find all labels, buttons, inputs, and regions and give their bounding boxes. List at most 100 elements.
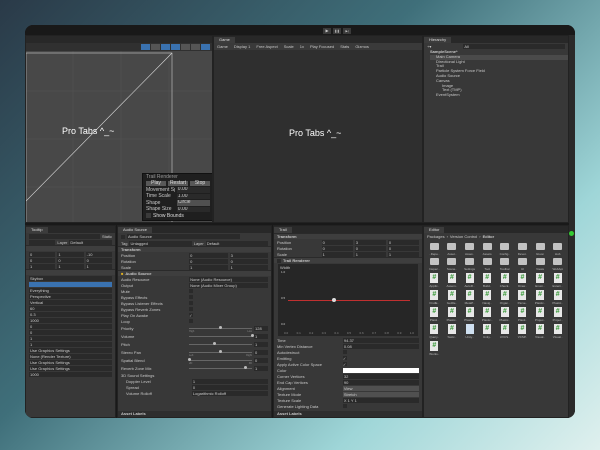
slider-value-field[interactable]: 1 — [254, 341, 268, 347]
x-field[interactable]: 1 — [189, 264, 228, 270]
project-asset[interactable]: # Switc.. — [444, 324, 461, 339]
x-field[interactable]: 0 — [321, 245, 353, 251]
scene-view[interactable]: Pro Tabs ^_~ Trail Renderer Play Restart… — [25, 35, 213, 223]
project-asset[interactable]: # Projec.. — [532, 307, 549, 322]
slider-value-field[interactable]: 1 — [254, 333, 268, 339]
hidden-toggle[interactable] — [181, 44, 190, 50]
checkbox[interactable] — [189, 319, 194, 323]
shape-dropdown[interactable]: Circle — [176, 200, 210, 206]
3d-sound-settings-foldout[interactable]: 3D Sound Settings — [121, 373, 154, 378]
project-asset[interactable]: # UVCS.. — [497, 324, 514, 339]
2d-toggle[interactable] — [141, 44, 150, 50]
width-curve-editor[interactable]: Width 1.0 0.5 0.0 0.0 0.1 0.2 0.3 0.4 0.5 0.6 0… — [278, 264, 418, 336]
inspector-field[interactable]: 0.3 — [29, 311, 112, 317]
x-field[interactable]: 0 — [189, 258, 228, 264]
project-asset[interactable]: UI — [514, 258, 531, 271]
tab-hierarchy[interactable]: Hierarchy — [424, 37, 452, 43]
checkbox[interactable]: ✓ — [342, 356, 347, 361]
inspector-field[interactable]: Use Graphics Settings — [29, 359, 112, 365]
inspector-field[interactable]: Everything — [29, 287, 112, 293]
transform-field[interactable]: 1 — [85, 263, 112, 269]
project-asset[interactable]: Gluon — [532, 243, 549, 256]
project-asset[interactable]: # Plasti.. — [514, 307, 531, 322]
project-asset[interactable]: # Navig.. — [479, 290, 496, 305]
gizmos-button[interactable]: Gizmos — [355, 44, 369, 49]
transform-field[interactable]: 0 — [85, 257, 112, 263]
transform-field[interactable]: 0 — [29, 257, 56, 263]
project-asset[interactable]: # Check.. — [497, 273, 514, 288]
project-asset[interactable]: # Plastic.. — [549, 290, 566, 305]
overlay-play-button[interactable]: Play — [146, 180, 166, 186]
transform-field[interactable]: 0 — [57, 257, 84, 263]
transform-header[interactable]: Transform — [277, 234, 297, 239]
transform-field[interactable]: 1 — [57, 251, 84, 257]
slider-value-field[interactable]: 128 — [254, 325, 268, 331]
slider[interactable] — [189, 366, 252, 371]
project-asset[interactable]: Views — [532, 258, 549, 271]
transform-field[interactable]: 1 — [29, 263, 56, 269]
y-field[interactable]: 3 — [354, 239, 386, 245]
pause-button[interactable]: ❚❚ — [333, 28, 341, 34]
game-mode-dropdown[interactable]: Game — [217, 44, 228, 49]
project-asset[interactable]: WebApi — [549, 258, 566, 271]
x-field[interactable]: 0 — [189, 252, 228, 258]
project-asset[interactable]: Settings — [461, 258, 478, 271]
project-asset[interactable]: # Works.. — [426, 341, 443, 356]
project-asset[interactable]: # Query.. — [426, 324, 443, 339]
gizmos-toggle[interactable] — [201, 44, 210, 50]
audio-toggle[interactable] — [161, 44, 170, 50]
project-asset[interactable]: Asset.. — [461, 243, 478, 256]
layer-dropdown[interactable]: Default — [69, 239, 112, 245]
project-asset[interactable]: # Visual.. — [549, 324, 566, 339]
project-asset[interactable]: # Build.. — [479, 273, 496, 288]
object-field[interactable]: None (Audio Mixer Group) — [189, 282, 268, 288]
tab-editor[interactable]: Editor — [424, 227, 445, 233]
inspector-field[interactable]: 0 — [29, 329, 112, 335]
checkbox[interactable] — [189, 307, 194, 311]
project-asset[interactable]: Devel.. — [514, 243, 531, 256]
inspector-field[interactable]: None (Render Texture) — [29, 353, 112, 359]
z-field[interactable]: 0 — [387, 245, 420, 251]
inspector-field[interactable]: 1 — [29, 335, 112, 341]
project-asset[interactable]: # FindE.. — [426, 290, 443, 305]
tab-trail[interactable]: Trail — [274, 227, 292, 233]
overlay-restart-button[interactable]: Restart — [168, 180, 188, 186]
breadcrumb-item[interactable]: Editor — [483, 234, 495, 239]
y-field[interactable]: 1 — [229, 264, 269, 270]
z-field[interactable]: 1 — [387, 251, 420, 257]
slider-value-field[interactable]: 0 — [254, 357, 268, 363]
checkbox[interactable]: ✓ — [189, 313, 194, 318]
checkbox[interactable] — [342, 404, 347, 408]
slider-thumb[interactable] — [212, 342, 216, 345]
hierarchy-item[interactable]: EventSystem — [430, 92, 568, 98]
inspector-field[interactable]: Stretch — [342, 391, 419, 397]
slider-thumb[interactable] — [219, 326, 223, 329]
project-asset[interactable]: Tool — [479, 258, 496, 271]
inspector-field[interactable]: 90 — [342, 379, 419, 385]
project-asset[interactable]: # Plasti.. — [426, 307, 443, 322]
project-asset[interactable]: # Parse.. — [514, 290, 531, 305]
project-asset[interactable]: # VCSP.. — [514, 324, 531, 339]
transform-field[interactable]: -10 — [85, 251, 112, 257]
play-button[interactable]: ▶ — [323, 28, 331, 34]
inspector-field[interactable]: Skybox — [29, 275, 112, 281]
checkbox[interactable] — [189, 301, 194, 305]
layer-dropdown[interactable]: Default — [205, 240, 268, 246]
inspector-field[interactable]: Use Graphics Settings — [29, 347, 112, 353]
project-asset[interactable]: # Plastic.. — [444, 307, 461, 322]
project-asset[interactable]: # Enum.. — [532, 273, 549, 288]
checkbox[interactable] — [189, 289, 194, 293]
project-asset[interactable]: # Plastic.. — [497, 307, 514, 322]
project-asset[interactable]: Unity.. — [461, 324, 478, 339]
asset-labels[interactable]: Asset Labels — [274, 411, 422, 417]
slider[interactable] — [189, 334, 254, 339]
lighting-toggle[interactable] — [151, 44, 160, 50]
project-asset[interactable]: # Draw.. — [514, 273, 531, 288]
z-field[interactable]: 0 — [387, 239, 420, 245]
project-asset[interactable]: # Organ.. — [497, 290, 514, 305]
transform-field[interactable]: 1 — [57, 263, 84, 269]
effects-toggle[interactable] — [171, 44, 180, 50]
inspector-field[interactable]: 1000 — [29, 317, 112, 323]
y-field[interactable]: 0 — [354, 245, 386, 251]
project-asset[interactable]: # AutoR.. — [461, 273, 478, 288]
